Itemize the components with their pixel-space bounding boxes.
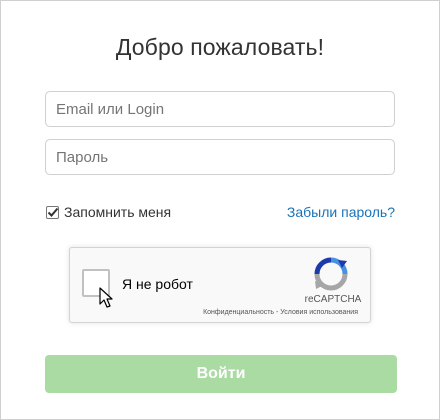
forgot-password-link[interactable]: Забыли пароль?	[287, 204, 395, 220]
recaptcha-terms-links[interactable]: Конфиденциальность - Условия использован…	[203, 309, 358, 316]
login-button[interactable]: Войти	[45, 355, 397, 393]
captcha-label: Я не робот	[122, 276, 193, 292]
checkmark-icon	[47, 207, 59, 217]
recaptcha-widget: Я не робот reCAPTCHA Конфиденциальность …	[69, 247, 371, 323]
recaptcha-brand: reCAPTCHA	[304, 294, 362, 305]
remember-me[interactable]: Запомнить меня	[46, 204, 171, 220]
mouse-cursor-icon	[99, 287, 113, 308]
email-field[interactable]	[45, 91, 395, 127]
remember-label: Запомнить меня	[64, 204, 172, 220]
remember-checkbox[interactable]	[46, 205, 59, 219]
page-title: Добро пожаловать!	[115, 34, 325, 60]
recaptcha-logo-icon	[314, 257, 348, 291]
login-panel: Добро пожаловать! Запомнить меня Забыли …	[0, 0, 440, 420]
password-field[interactable]	[45, 139, 395, 175]
